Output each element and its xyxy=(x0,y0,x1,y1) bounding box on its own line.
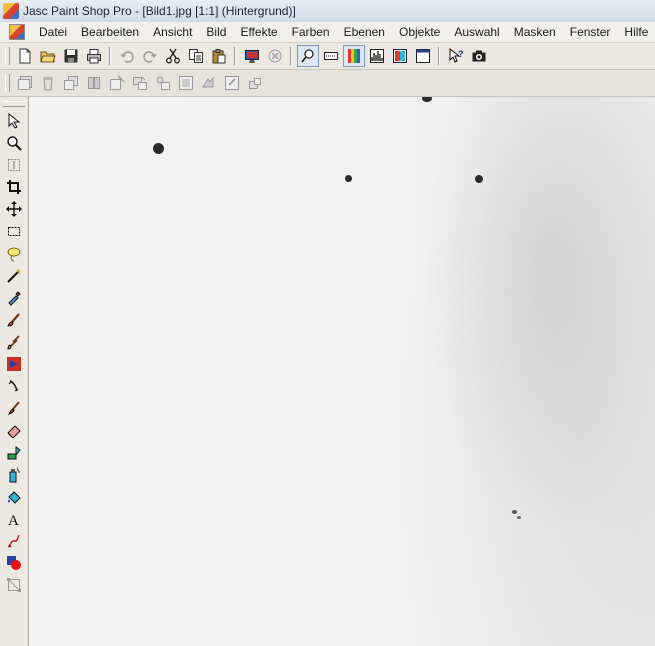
layer-mask-icon[interactable] xyxy=(175,72,197,94)
new-icon[interactable] xyxy=(14,45,36,67)
zoom-tool-icon[interactable] xyxy=(3,133,25,153)
print-icon[interactable] xyxy=(83,45,105,67)
clone-brush-icon[interactable] xyxy=(3,332,25,352)
toolbar-separator xyxy=(234,47,236,65)
menu-bearbeiten[interactable]: Bearbeiten xyxy=(73,25,145,39)
layer-merge-icon[interactable] xyxy=(83,72,105,94)
airbrush-icon[interactable] xyxy=(3,465,25,485)
dropper-tool-icon[interactable] xyxy=(3,288,25,308)
document-icon[interactable] xyxy=(9,24,25,40)
menu-farben[interactable]: Farben xyxy=(284,25,336,39)
window-title: Jasc Paint Shop Pro - [Bild1.jpg [1:1] (… xyxy=(23,4,296,18)
histogram-icon[interactable] xyxy=(366,45,388,67)
layer-promote-icon[interactable] xyxy=(152,72,174,94)
full-screen-preview-icon[interactable] xyxy=(241,45,263,67)
menu-bild[interactable]: Bild xyxy=(198,25,232,39)
toolbar-grip[interactable] xyxy=(5,74,10,92)
crop-tool-icon[interactable] xyxy=(3,177,25,197)
menu-fenster[interactable]: Fenster xyxy=(562,25,617,39)
svg-text:A: A xyxy=(8,513,19,527)
paint-brush-icon[interactable] xyxy=(3,310,25,330)
app-icon xyxy=(3,3,19,19)
menu-ansicht[interactable]: Ansicht xyxy=(145,25,198,39)
menu-ebenen[interactable]: Ebenen xyxy=(336,25,391,39)
overview-icon[interactable] xyxy=(296,45,319,67)
help-pointer-icon[interactable]: ? xyxy=(445,45,467,67)
tool-options-icon[interactable] xyxy=(320,45,342,67)
redo-icon[interactable] xyxy=(139,45,161,67)
magic-wand-icon[interactable] xyxy=(3,266,25,286)
open-icon[interactable] xyxy=(37,45,59,67)
toolbar-separator xyxy=(109,47,111,65)
picture-tube-icon[interactable] xyxy=(3,442,25,462)
image-speck xyxy=(422,97,432,102)
toolbar-grip[interactable] xyxy=(5,47,10,65)
menu-objekte[interactable]: Objekte xyxy=(391,25,446,39)
image-speck xyxy=(345,175,352,182)
layer-toolbar xyxy=(0,70,655,97)
image-speck xyxy=(517,516,521,519)
svg-text:?: ? xyxy=(458,49,464,59)
draw-tool-icon[interactable] xyxy=(3,531,25,551)
undo-icon[interactable] xyxy=(116,45,138,67)
layer-link-icon[interactable] xyxy=(221,72,243,94)
palette-grip[interactable] xyxy=(3,101,25,107)
eraser-tool-icon[interactable] xyxy=(3,420,25,440)
object-selector-icon[interactable] xyxy=(3,575,25,595)
toolbar-separator xyxy=(290,47,292,65)
freehand-selection-icon[interactable] xyxy=(3,244,25,264)
image-speck xyxy=(512,510,517,514)
layer-delete-icon[interactable] xyxy=(37,72,59,94)
move-tool-icon[interactable] xyxy=(3,199,25,219)
cancel-icon[interactable] xyxy=(264,45,286,67)
screen-capture-icon[interactable] xyxy=(468,45,490,67)
layer-arrange-icon[interactable] xyxy=(198,72,220,94)
color-palette-icon[interactable] xyxy=(342,45,365,67)
layer-properties-icon[interactable] xyxy=(106,72,128,94)
menu-auswahl[interactable]: Auswahl xyxy=(446,25,505,39)
menu-effekte[interactable]: Effekte xyxy=(232,25,283,39)
menu-hilfe[interactable]: Hilfe xyxy=(616,25,654,39)
paste-icon[interactable] xyxy=(208,45,230,67)
menu-bar: Datei Bearbeiten Ansicht Bild Effekte Fa… xyxy=(0,22,655,43)
menu-masken[interactable]: Masken xyxy=(506,25,562,39)
image-speck xyxy=(153,143,164,154)
layer-palette-icon[interactable] xyxy=(389,45,411,67)
save-icon[interactable] xyxy=(60,45,82,67)
copy-icon[interactable] xyxy=(185,45,207,67)
layer-duplicate-icon[interactable] xyxy=(60,72,82,94)
layer-new-icon[interactable] xyxy=(14,72,36,94)
flood-fill-icon[interactable] xyxy=(3,487,25,507)
title-bar: Jasc Paint Shop Pro - [Bild1.jpg [1:1] (… xyxy=(0,0,655,23)
layer-group-icon[interactable] xyxy=(129,72,151,94)
layer-lock-icon[interactable] xyxy=(244,72,266,94)
scratch-remover-icon[interactable] xyxy=(3,398,25,418)
text-tool-icon[interactable]: A xyxy=(3,509,25,529)
window-icon[interactable] xyxy=(412,45,434,67)
image-speck xyxy=(475,175,483,183)
image-canvas[interactable] xyxy=(29,97,655,646)
arrow-tool-icon[interactable] xyxy=(3,111,25,131)
standard-toolbar: ? xyxy=(0,43,655,70)
retouch-tool-icon[interactable] xyxy=(3,376,25,396)
preset-shapes-icon[interactable] xyxy=(3,553,25,573)
deformation-tool-icon[interactable] xyxy=(3,155,25,175)
menu-datei[interactable]: Datei xyxy=(31,25,73,39)
toolbar-separator xyxy=(438,47,440,65)
selection-tool-icon[interactable] xyxy=(3,221,25,241)
tool-palette: A xyxy=(0,97,29,646)
cut-icon[interactable] xyxy=(162,45,184,67)
color-replacer-icon[interactable] xyxy=(3,354,25,374)
